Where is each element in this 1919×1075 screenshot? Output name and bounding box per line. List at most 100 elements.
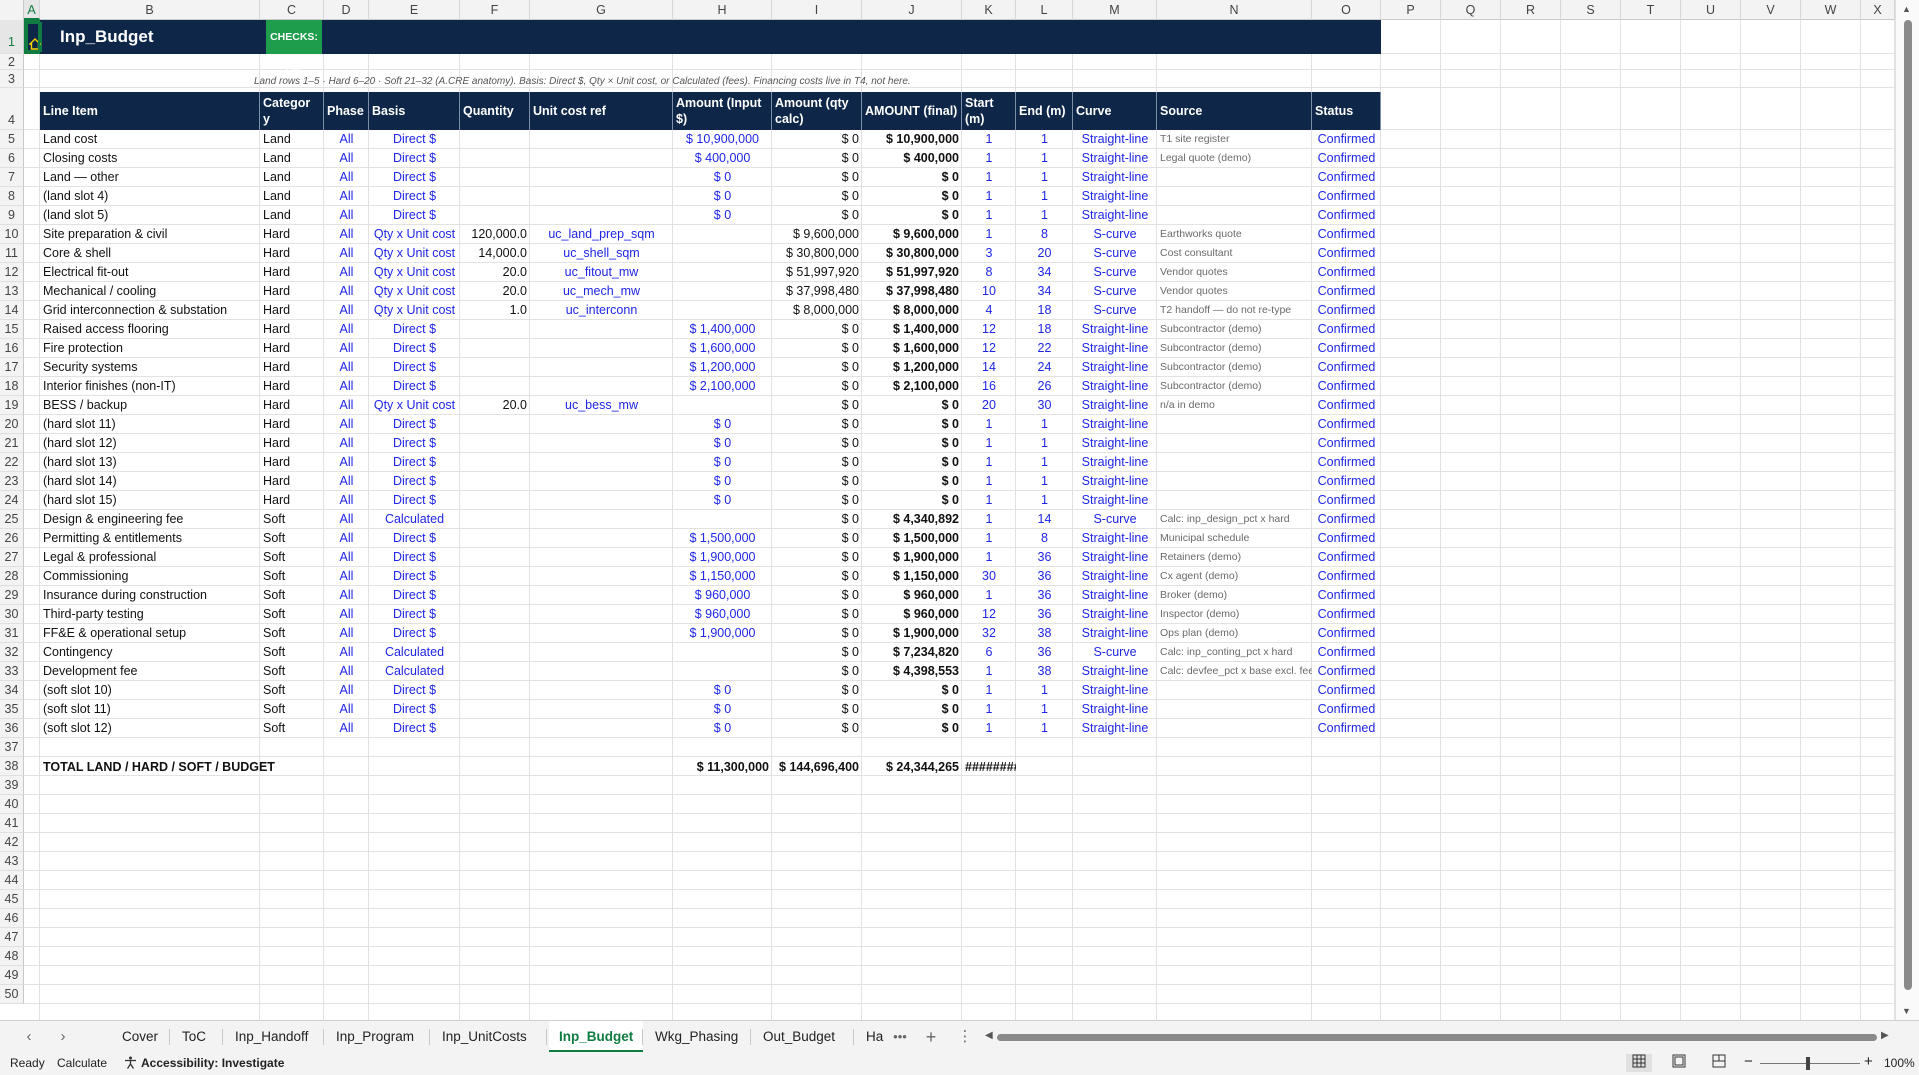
cell-start-month[interactable]: 1 [962,434,1016,453]
cell-line-item[interactable]: (land slot 4) [40,187,260,206]
cell-end-month[interactable]: 1 [1016,415,1073,434]
cell-end-month[interactable]: 38 [1016,624,1073,643]
cell-line-item[interactable]: Closing costs [40,149,260,168]
column-header-q[interactable]: Q [1441,0,1501,20]
cell-phase[interactable]: All [324,282,369,301]
cell-basis[interactable]: Direct $ [369,149,460,168]
cell-start-month[interactable]: 1 [962,700,1016,719]
cell-end-month[interactable]: 36 [1016,586,1073,605]
cell-line-item[interactable]: Development fee [40,662,260,681]
cell-curve[interactable]: Straight-line [1073,168,1157,187]
cell-quantity[interactable] [460,358,530,377]
cell-basis[interactable]: Direct $ [369,320,460,339]
cell-curve[interactable]: S-curve [1073,282,1157,301]
cell-basis[interactable]: Calculated [369,510,460,529]
row-header-41[interactable]: 41 [0,814,24,833]
cell-amount-input[interactable] [673,396,772,415]
cell-unit-cost-ref[interactable] [530,377,673,396]
cell-start-month[interactable]: 1 [962,453,1016,472]
zoom-level[interactable]: 100% [1884,1056,1915,1070]
cell-amount-input[interactable]: $ 960,000 [673,605,772,624]
cell-basis[interactable]: Direct $ [369,434,460,453]
cell-source[interactable] [1157,187,1312,206]
cell-quantity[interactable] [460,320,530,339]
column-header-a[interactable]: A [24,0,40,20]
row-header-9[interactable]: 9 [0,206,24,225]
cell-status[interactable]: Confirmed [1312,206,1381,225]
cell-amount-final[interactable]: $ 8,000,000 [862,301,962,320]
cell-line-item[interactable]: (hard slot 13) [40,453,260,472]
cell-line-item[interactable]: Raised access flooring [40,320,260,339]
column-header-k[interactable]: K [962,0,1016,20]
cell-curve[interactable]: Straight-line [1073,681,1157,700]
cell-source[interactable]: Vendor quotes [1157,263,1312,282]
cell-unit-cost-ref[interactable]: uc_fitout_mw [530,263,673,282]
cell-category[interactable]: Soft [260,662,324,681]
cell-amount-qty-calc[interactable]: $ 0 [772,662,862,681]
cell-end-month[interactable]: 18 [1016,301,1073,320]
cell-source[interactable]: Broker (demo) [1157,586,1312,605]
cell-phase[interactable]: All [324,700,369,719]
row-header-48[interactable]: 48 [0,947,24,966]
cell-start-month[interactable]: 1 [962,662,1016,681]
cell-line-item[interactable]: Permitting & entitlements [40,529,260,548]
cell-status[interactable]: Confirmed [1312,244,1381,263]
column-header-l[interactable]: L [1016,0,1073,20]
cell-line-item[interactable]: Core & shell [40,244,260,263]
cell-status[interactable]: Confirmed [1312,605,1381,624]
cell-unit-cost-ref[interactable] [530,453,673,472]
row-header-32[interactable]: 32 [0,643,24,662]
cell-end-month[interactable]: 24 [1016,358,1073,377]
cell-basis[interactable]: Direct $ [369,472,460,491]
cell-amount-qty-calc[interactable]: $ 0 [772,586,862,605]
cell-amount-final[interactable]: $ 37,998,480 [862,282,962,301]
cell-line-item[interactable]: (soft slot 10) [40,681,260,700]
row-header-39[interactable]: 39 [0,776,24,795]
cell-basis[interactable]: Direct $ [369,358,460,377]
tab-options-icon[interactable]: ⋮ [954,1021,976,1053]
cell-curve[interactable]: Straight-line [1073,548,1157,567]
zoom-out-icon[interactable]: − [1744,1053,1753,1070]
cell-amount-final[interactable]: $ 0 [862,719,962,738]
row-header-5[interactable]: 5 [0,130,24,149]
total-soft[interactable]: $ 24,344,265 [862,758,962,777]
cell-source[interactable]: Subcontractor (demo) [1157,377,1312,396]
cell-quantity[interactable] [460,472,530,491]
cell-amount-input[interactable] [673,301,772,320]
cell-category[interactable]: Hard [260,453,324,472]
cell-category[interactable]: Soft [260,700,324,719]
cell-amount-input[interactable]: $ 1,150,000 [673,567,772,586]
row-header-3[interactable]: 3 [0,70,24,88]
status-accessibility[interactable]: Accessibility: Investigate [141,1056,284,1070]
cell-amount-input[interactable]: $ 1,400,000 [673,320,772,339]
cell-unit-cost-ref[interactable] [530,624,673,643]
cell-phase[interactable]: All [324,662,369,681]
cell-line-item[interactable]: Site preparation & civil [40,225,260,244]
cell-start-month[interactable]: 1 [962,510,1016,529]
row-header-14[interactable]: 14 [0,301,24,320]
cell-quantity[interactable]: 1.0 [460,301,530,320]
cell-source[interactable]: Subcontractor (demo) [1157,339,1312,358]
cell-quantity[interactable] [460,168,530,187]
cell-curve[interactable]: Straight-line [1073,529,1157,548]
cell-end-month[interactable]: 1 [1016,453,1073,472]
cell-unit-cost-ref[interactable] [530,662,673,681]
cell-amount-qty-calc[interactable]: $ 0 [772,700,862,719]
cell-unit-cost-ref[interactable] [530,415,673,434]
cell-category[interactable]: Land [260,206,324,225]
cell-amount-input[interactable]: $ 0 [673,681,772,700]
cell-status[interactable]: Confirmed [1312,510,1381,529]
cell-source[interactable] [1157,491,1312,510]
cell-amount-input[interactable]: $ 0 [673,168,772,187]
cell-category[interactable]: Soft [260,681,324,700]
cell-end-month[interactable]: 36 [1016,548,1073,567]
cell-basis[interactable]: Direct $ [369,529,460,548]
cell-amount-qty-calc[interactable]: $ 30,800,000 [772,244,862,263]
cell-amount-qty-calc[interactable]: $ 0 [772,681,862,700]
cell-source[interactable] [1157,719,1312,738]
normal-view-icon[interactable] [1626,1054,1652,1072]
cell-end-month[interactable]: 38 [1016,662,1073,681]
cell-unit-cost-ref[interactable] [530,586,673,605]
cell-amount-qty-calc[interactable]: $ 0 [772,567,862,586]
cell-amount-qty-calc[interactable]: $ 0 [772,510,862,529]
